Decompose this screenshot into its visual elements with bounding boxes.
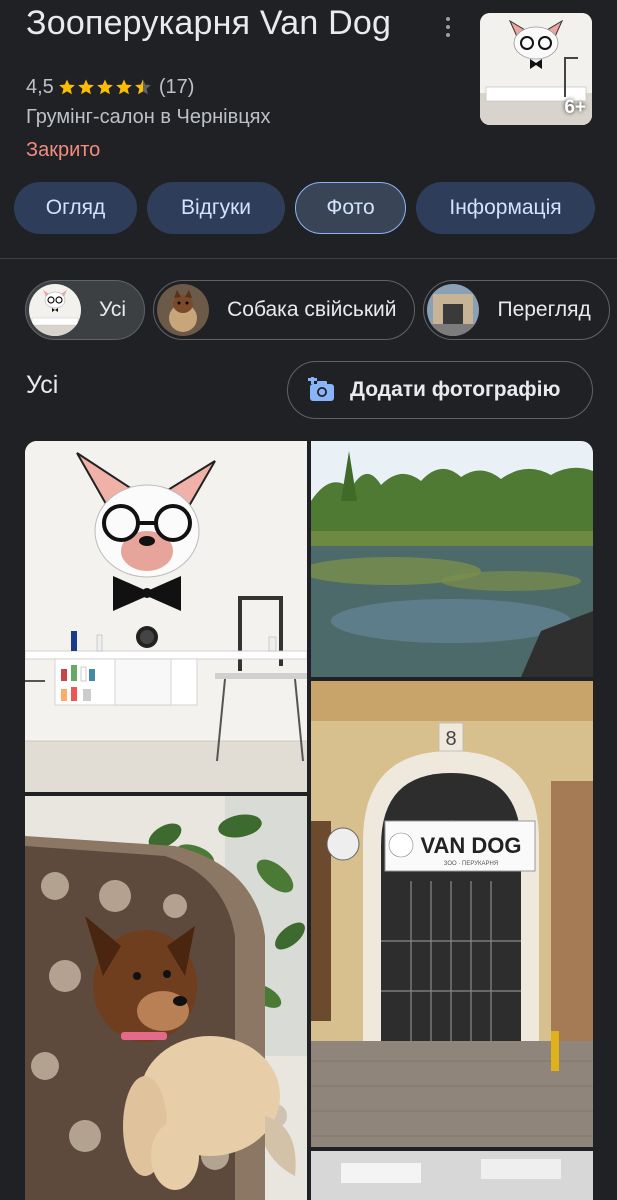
house-number: 8 [445,728,456,750]
chip-dog-avatar [157,284,210,336]
chip-all[interactable]: Усі [25,280,146,340]
place-tabs: Огляд Відгуки Фото Інформація [14,182,595,234]
chip-street-view-label: Перегляд [497,298,591,321]
photo-pond[interactable] [311,441,593,677]
header-divider [0,258,617,259]
chip-street-view[interactable]: Перегляд [423,280,610,340]
storefront-sign-text: VAN DOG [420,833,521,858]
star-icon [115,79,132,95]
chip-street-view-avatar [427,284,480,336]
place-category: Грумінг-салон в Чернівцях [26,106,271,128]
chip-all-label: Усі [99,298,127,321]
star-icon [96,79,113,95]
photo-groomed-dog[interactable] [25,796,307,1200]
chip-dog[interactable]: Собака свійський [153,280,416,340]
rating-stars [58,78,153,96]
more-options-icon[interactable] [436,12,460,42]
add-photo-label: Додати фотографію [350,378,561,401]
more-photos-count: 6+ [564,97,586,118]
review-count: (17) [158,75,195,98]
tab-reviews[interactable]: Відгуки [147,182,285,234]
photo-storefront[interactable]: 8 VAN DOG ЗОО · ПЕРУКАРНЯ [311,681,593,1147]
chip-all-avatar [29,284,81,336]
storefront-sign-subtitle: ЗОО · ПЕРУКАРНЯ [444,861,498,867]
place-thumbnail[interactable]: 6+ [480,13,592,125]
photo-ceiling[interactable] [311,1151,593,1200]
place-header: Зооперукарня Van Dog 4,5 (17) Грумінг-са… [0,0,617,258]
add-a-photo-icon [308,377,334,401]
photo-salon-interior[interactable] [25,441,307,792]
tab-photos[interactable]: Фото [295,182,406,234]
photos-section-title: Усі [26,371,59,399]
rating-value: 4,5 [26,75,54,98]
tab-overview[interactable]: Огляд [14,182,137,234]
rating-row[interactable]: 4,5 (17) [26,74,194,100]
star-half-icon [134,79,151,95]
chip-dog-label: Собака свійський [227,298,397,321]
place-title: Зооперукарня Van Dog [26,4,392,42]
star-icon [77,79,94,95]
tab-about[interactable]: Інформація [416,182,595,234]
add-photo-button[interactable]: Додати фотографію [287,361,593,419]
photo-filter-chips: Усі Собака свійський Перегляд [25,280,610,340]
star-icon [58,79,75,95]
open-status: Закрито [26,139,101,161]
